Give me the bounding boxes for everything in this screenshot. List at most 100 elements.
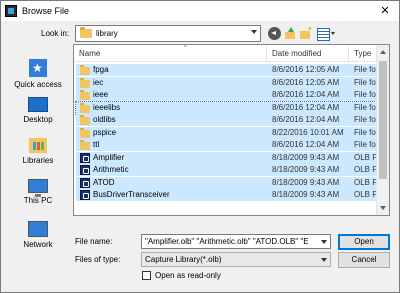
file-date: 8/6/2016 12:04 AM	[272, 102, 340, 112]
libraries-icon	[29, 138, 47, 153]
column-divider[interactable]	[266, 45, 267, 62]
file-name: Amplifier	[93, 152, 125, 162]
file-date: 8/18/2009 9:43 AM	[272, 152, 340, 162]
place-this-pc[interactable]: This PC	[7, 179, 69, 206]
folder-icon	[80, 102, 90, 113]
file-row[interactable]: fpga 8/6/2016 12:05 AM File fol	[76, 64, 378, 76]
new-folder-icon[interactable]	[300, 25, 313, 40]
file-date: 8/6/2016 12:04 AM	[272, 115, 340, 124]
read-only-label[interactable]: Open as read-only	[155, 271, 221, 281]
window-title: Browse File	[22, 6, 70, 16]
file-type: OLB Fi	[354, 152, 378, 162]
column-divider[interactable]	[348, 45, 349, 62]
olb-file-icon	[80, 152, 90, 163]
folder-icon	[80, 127, 90, 138]
file-row[interactable]: ATOD 8/18/2009 9:43 AM OLB Fi	[76, 176, 378, 189]
place-label: Quick access	[14, 80, 62, 89]
desktop-icon	[28, 97, 48, 112]
column-type[interactable]: Type	[354, 49, 371, 59]
file-name-label: File name:	[75, 237, 113, 246]
file-name: pspice	[93, 127, 117, 137]
place-label: Network	[23, 240, 53, 249]
chevron-down-icon[interactable]	[321, 240, 327, 244]
file-name-value: "Amplifier.olb" "Arithmetic.olb" "ATOD.O…	[145, 237, 309, 246]
column-name[interactable]: Name	[79, 49, 100, 59]
file-row[interactable]: pspice 8/22/2016 10:01 AM File fol	[76, 126, 378, 139]
file-type: File fol	[354, 65, 378, 74]
file-row[interactable]: iec 8/6/2016 12:05 AM File fol	[76, 76, 378, 89]
file-type-label: Files of type:	[75, 255, 121, 264]
file-name: fpga	[93, 65, 109, 74]
close-button[interactable]: ✕	[375, 4, 395, 18]
file-date: 8/18/2009 9:43 AM	[272, 190, 340, 199]
file-date: 8/22/2016 10:01 AM	[272, 127, 344, 137]
file-row[interactable]: ttl 8/6/2016 12:04 AM File fol	[76, 139, 378, 151]
file-list[interactable]: ^ Name Date modified Type fpga 8/6/2016 1…	[73, 44, 390, 216]
folder-icon	[80, 77, 90, 88]
file-name: oldlibs	[93, 115, 116, 124]
browse-file-dialog: Browse File ✕ Look in: library Quick acc…	[0, 0, 400, 293]
file-row[interactable]: Amplifier 8/18/2009 9:43 AM OLB Fi	[76, 151, 378, 164]
file-type: File fol	[354, 127, 378, 137]
back-icon[interactable]	[268, 27, 281, 40]
file-name-input[interactable]: "Amplifier.olb" "Arithmetic.olb" "ATOD.O…	[141, 234, 331, 249]
file-type: OLB Fi	[354, 165, 378, 174]
file-type-value: Capture Library(*.olb)	[145, 255, 222, 264]
file-name: iec	[93, 77, 104, 87]
file-date: 8/6/2016 12:04 AM	[272, 90, 340, 99]
look-in-dropdown[interactable]: library	[75, 25, 261, 42]
folder-icon	[80, 115, 90, 125]
folder-icon	[80, 27, 92, 38]
file-date: 8/18/2009 9:43 AM	[272, 177, 340, 187]
file-row[interactable]: BusDriverTransceiver 8/18/2009 9:43 AM OLB…	[76, 189, 378, 201]
place-quick-access[interactable]: Quick access	[7, 59, 69, 90]
file-name: Arithmetic	[93, 165, 129, 174]
olb-file-icon	[80, 190, 90, 200]
open-button[interactable]: Open	[338, 234, 390, 250]
file-name: ATOD	[93, 177, 115, 187]
place-desktop[interactable]: Desktop	[7, 97, 69, 125]
read-only-checkbox[interactable]	[142, 271, 151, 280]
folder-icon	[80, 65, 90, 75]
cancel-button[interactable]: Cancel	[338, 252, 390, 268]
file-type: File fol	[354, 77, 378, 87]
column-header: ^ Name Date modified Type	[74, 45, 378, 62]
look-in-label: Look in:	[41, 29, 70, 38]
up-folder-icon[interactable]	[284, 27, 297, 40]
vertical-scrollbar[interactable]	[376, 45, 389, 215]
file-row[interactable]: ieeelibs 8/6/2016 12:04 AM File fol	[75, 100, 378, 115]
file-date: 8/6/2016 12:05 AM	[272, 77, 340, 87]
file-date: 8/6/2016 12:05 AM	[272, 65, 340, 74]
file-name: BusDriverTransceiver	[93, 190, 170, 199]
place-label: Desktop	[23, 115, 53, 124]
this-pc-icon	[28, 179, 48, 197]
file-name: ieeelibs	[93, 102, 121, 112]
file-type: File fol	[354, 102, 378, 112]
places-sidebar: Quick access Desktop Libraries This PC N…	[7, 45, 69, 260]
view-menu-icon[interactable]	[317, 27, 337, 41]
scroll-down-icon[interactable]	[380, 206, 386, 210]
file-date: 8/6/2016 12:04 AM	[272, 140, 340, 149]
column-date[interactable]: Date modified	[272, 49, 321, 59]
file-date: 8/18/2009 9:43 AM	[272, 165, 340, 174]
olb-file-icon	[80, 165, 90, 175]
file-row[interactable]: oldlibs 8/6/2016 12:04 AM File fol	[76, 114, 378, 126]
place-libraries[interactable]: Libraries	[7, 138, 69, 166]
file-type: File fol	[354, 140, 378, 149]
quick-access-icon	[29, 59, 47, 77]
chevron-down-icon	[251, 30, 257, 34]
file-type-dropdown[interactable]: Capture Library(*.olb)	[141, 252, 331, 267]
app-icon	[5, 5, 17, 17]
olb-file-icon	[80, 177, 90, 188]
place-network[interactable]: Network	[7, 221, 69, 250]
file-type: File fol	[354, 115, 378, 124]
place-label: Libraries	[22, 156, 54, 165]
look-in-value: library	[96, 29, 118, 38]
file-row[interactable]: ieee 8/6/2016 12:04 AM File fol	[76, 89, 378, 101]
file-name: ieee	[93, 90, 109, 99]
scroll-up-icon[interactable]	[380, 50, 386, 54]
file-row[interactable]: Arithmetic 8/18/2009 9:43 AM OLB Fi	[76, 164, 378, 176]
scroll-thumb[interactable]	[379, 61, 387, 179]
folder-icon	[80, 90, 90, 100]
sort-ascending-icon: ^	[184, 45, 187, 51]
